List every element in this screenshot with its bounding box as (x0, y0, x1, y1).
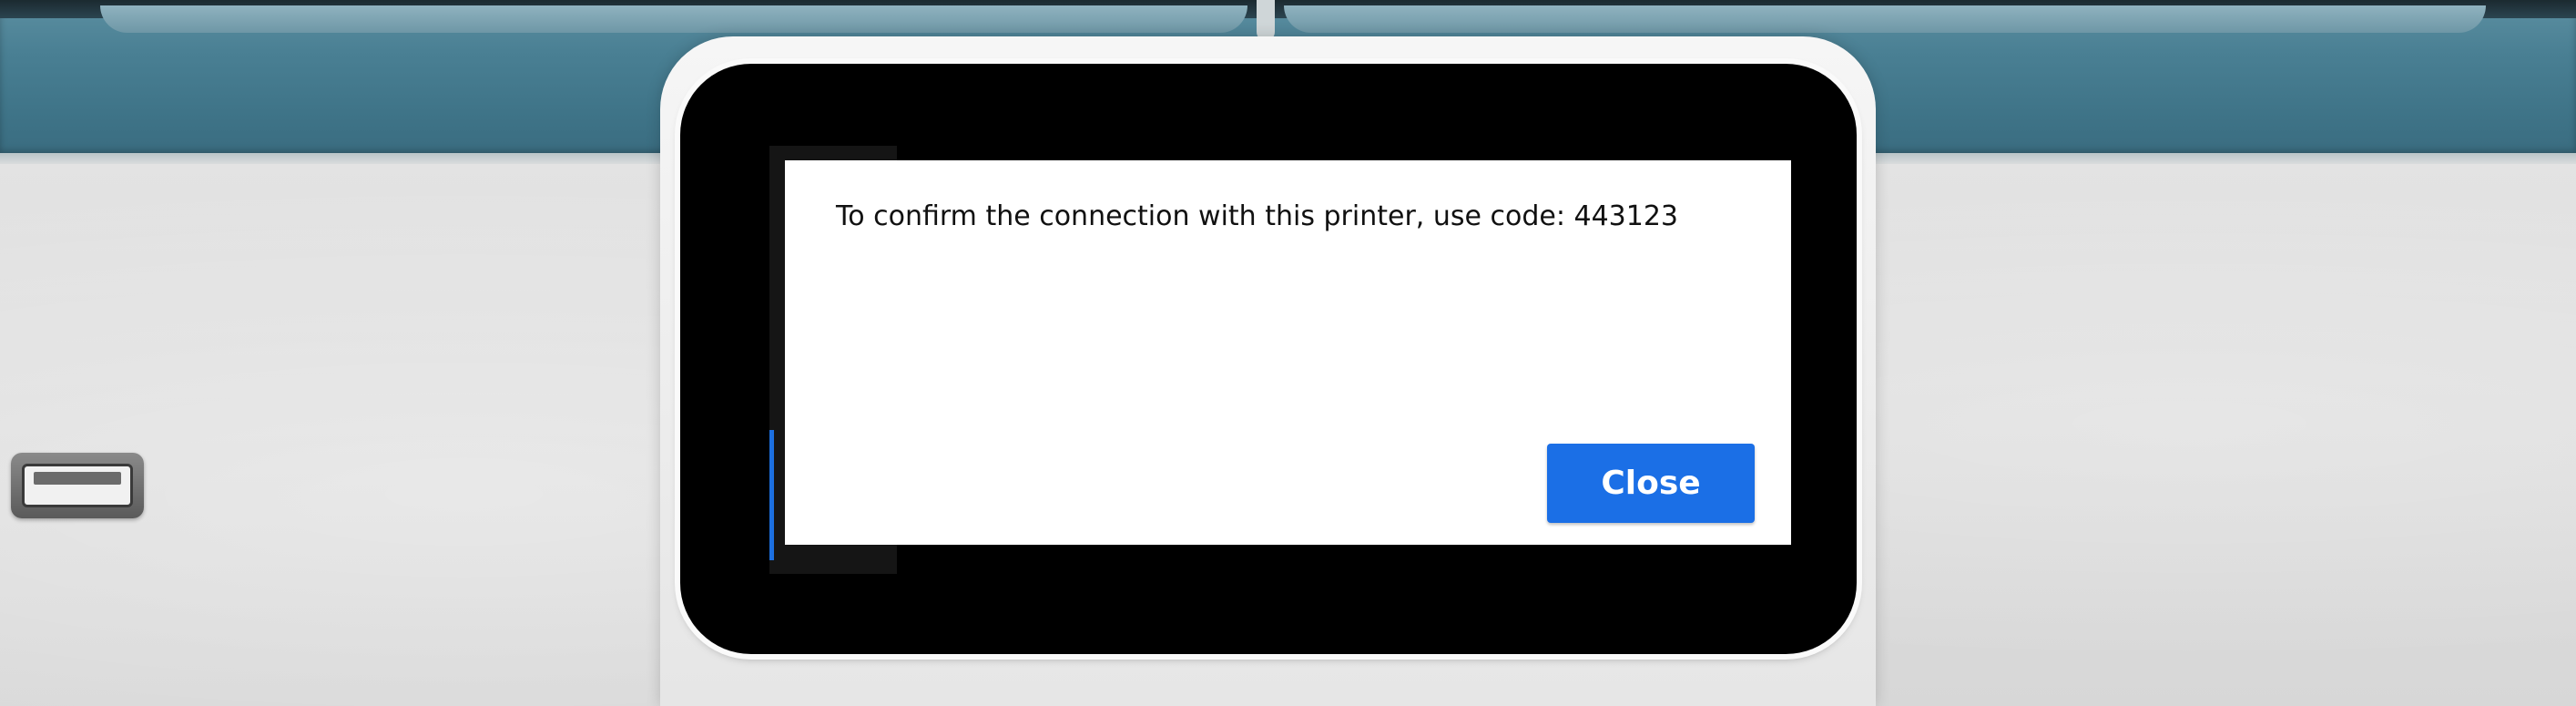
usb-port-opening (22, 464, 133, 507)
dialog-message: To confirm the connection with this prin… (836, 200, 1679, 232)
lid-seam (1257, 0, 1275, 41)
lid-ridge-left (100, 5, 1247, 33)
confirmation-dialog: To confirm the connection with this prin… (785, 160, 1791, 545)
usb-port-tongue (34, 472, 121, 485)
scroll-indicator (769, 430, 774, 560)
lid-ridge-right (1284, 5, 2486, 33)
close-button[interactable]: Close (1547, 444, 1755, 523)
usb-port-icon (11, 453, 144, 518)
